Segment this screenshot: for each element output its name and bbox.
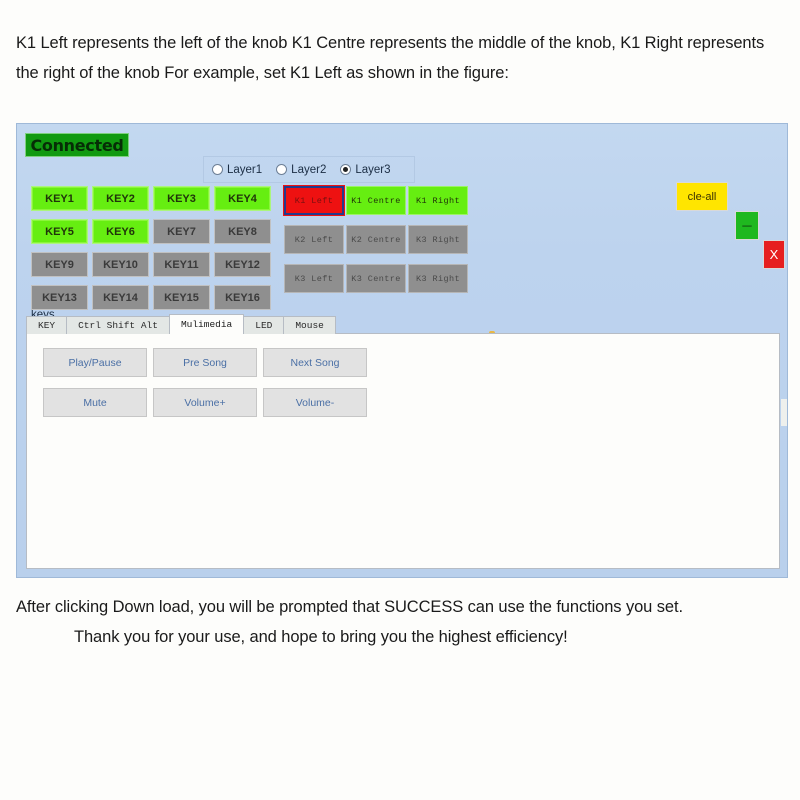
media-button-next-song[interactable]: Next Song [263,348,367,377]
intro-line-1: K1 Left represents the left of the knob … [16,34,683,52]
key-button-4[interactable]: KEY4 [214,186,271,211]
layer-radio-label: Layer1 [227,163,263,176]
key-button-6[interactable]: KEY6 [92,219,149,244]
clear-all-button[interactable]: cle-all [676,182,728,211]
encoder-button-4[interactable]: K2 Left [284,225,344,254]
encoder-button-5[interactable]: K2 Centre [346,225,406,254]
minimize-button[interactable]: － [735,211,759,240]
layer-radio-label: Layer2 [291,163,327,176]
intro-line-3: For example, set K1 Left as shown in the… [164,64,509,82]
key-button-3[interactable]: KEY3 [153,186,210,211]
media-button-play-pause[interactable]: Play/Pause [43,348,147,377]
media-button-pre-song[interactable]: Pre Song [153,348,257,377]
intro-paragraph: K1 Left represents the left of the knob … [16,28,786,88]
layer-radio-3[interactable]: Layer3 [340,163,391,176]
application-window: Connected Layer1 Layer2 Layer3 cle-all － X… [16,123,788,578]
outro-line-3: Thank you for your use, and hope to brin… [74,628,568,646]
control-field-2[interactable] [781,399,787,426]
encoder-button-9[interactable]: K3 Right [408,264,468,293]
key-button-14[interactable]: KEY14 [92,285,149,310]
multimedia-button-grid: Play/Pause Pre Song Next Song Mute Volume+ Vo… [43,348,367,417]
key-button-16[interactable]: KEY16 [214,285,271,310]
tab-mouse[interactable]: Mouse [283,316,336,334]
radio-button-icon [212,164,223,175]
close-button[interactable]: X [763,240,785,269]
keys-grid: KEY1 KEY2 KEY3 KEY4 KEY5 KEY6 KEY7 KEY8 KEY9 KEY1… [31,186,276,310]
key-button-1[interactable]: KEY1 [31,186,88,211]
key-button-9[interactable]: KEY9 [31,252,88,277]
radio-button-icon [340,164,352,175]
encoder-button-1[interactable]: K1 Left [283,185,345,216]
outro-line-1: After clicking Down load, you will be pr… [16,598,622,616]
key-button-10[interactable]: KEY10 [92,252,149,277]
tab-ctrl-shift-alt[interactable]: Ctrl Shift Alt [66,316,170,334]
encoder-button-7[interactable]: K3 Left [284,264,344,293]
key-button-8[interactable]: KEY8 [214,219,271,244]
tab-strip: KEY Ctrl Shift Alt Mulimedia LED Mouse [26,314,336,334]
media-button-volume[interactable]: Volume- [263,388,367,417]
layer-radio-2[interactable]: Layer2 [276,164,326,176]
outro-line-2: you set. [625,598,683,616]
status-badge: Connected [25,133,129,157]
outro-paragraph: After clicking Down load, you will be pr… [16,592,786,652]
media-button-mute[interactable]: Mute [43,388,147,417]
encoder-button-3[interactable]: K1 Right [408,186,468,215]
layer-radio-group: Layer1 Layer2 Layer3 [203,156,415,183]
encoders-section-label: encoders [284,321,787,333]
tab-led[interactable]: LED [243,316,285,334]
layer-radio-1[interactable]: Layer1 [212,164,262,176]
encoder-button-2[interactable]: K1 Centre [346,186,406,215]
key-button-15[interactable]: KEY15 [153,285,210,310]
key-button-5[interactable]: KEY5 [31,219,88,244]
key-button-2[interactable]: KEY2 [92,186,149,211]
media-button-volume[interactable]: Volume+ [153,388,257,417]
encoders-grid: K1 Left K1 Centre K1 Right K2 Left K2 Centre… [283,185,468,293]
layer-radio-label: Layer3 [355,163,391,176]
tab-key[interactable]: KEY [26,316,68,334]
key-button-12[interactable]: KEY12 [214,252,271,277]
key-button-11[interactable]: KEY11 [153,252,210,277]
tab-mulimedia[interactable]: Mulimedia [168,314,245,334]
radio-button-icon [276,164,288,175]
tab-content-panel: Play/Pause Pre Song Next Song Mute Volume+ Vo… [26,333,780,569]
key-button-13[interactable]: KEY13 [31,285,88,310]
encoder-button-6[interactable]: K3 Right [408,225,468,254]
encoder-button-8[interactable]: K3 Centre [346,264,406,293]
key-button-7[interactable]: KEY7 [153,219,210,244]
